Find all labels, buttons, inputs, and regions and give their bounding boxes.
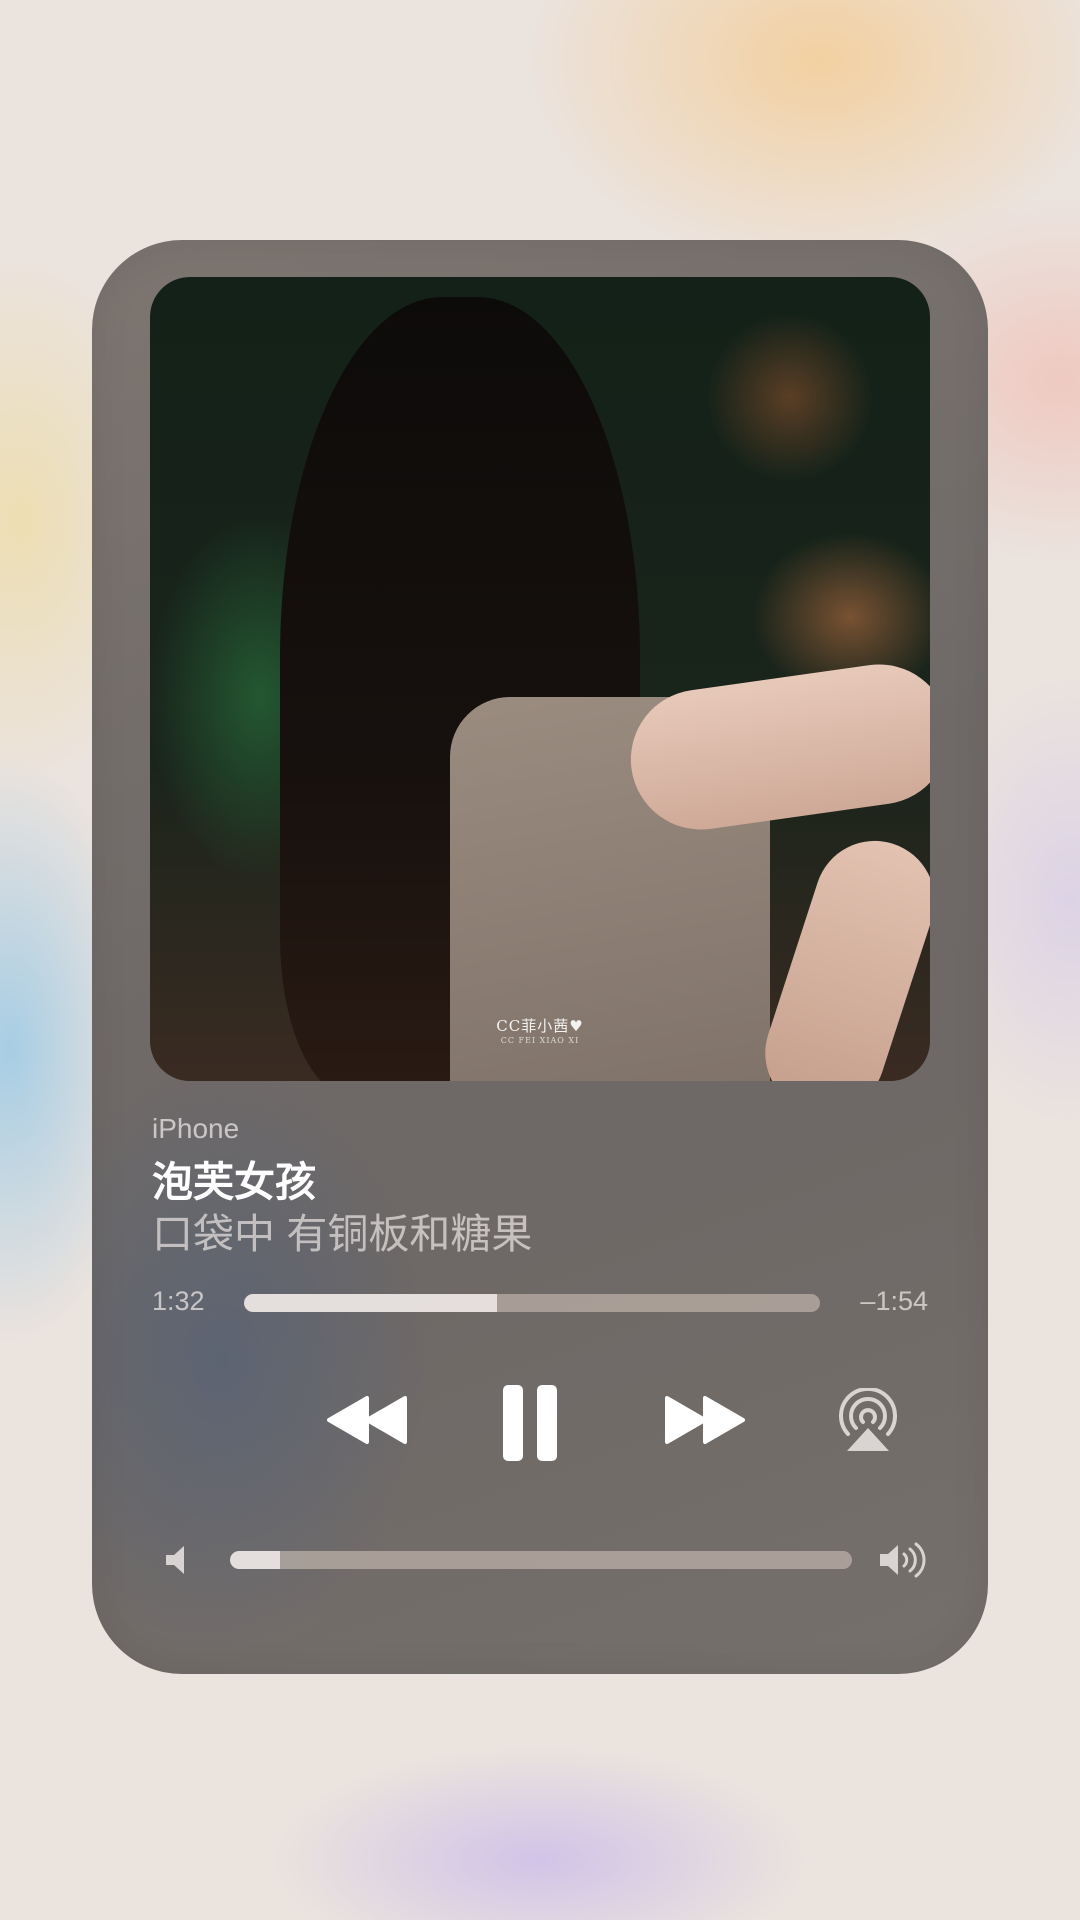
watermark-main: CC菲小茜♥ [496, 1017, 584, 1035]
fast-forward-icon [665, 1396, 745, 1444]
speaker-low-icon [166, 1546, 184, 1574]
pause-button[interactable] [500, 1383, 560, 1463]
elapsed-time: 1:32 [152, 1286, 205, 1316]
rewind-icon [327, 1396, 407, 1444]
rewind-button[interactable] [322, 1390, 412, 1450]
volume-slider[interactable] [230, 1551, 852, 1569]
airplay-button[interactable] [834, 1388, 902, 1454]
volume-fill [230, 1551, 280, 1569]
forward-button[interactable] [660, 1390, 750, 1450]
airplay-icon [839, 1388, 897, 1451]
remaining-time: –1:54 [860, 1286, 928, 1316]
album-artwork[interactable]: CC菲小茜♥ CC FEI XIAO XI [150, 277, 930, 1081]
artwork-figure-hand [749, 825, 930, 1081]
artwork-figure-arm [621, 655, 930, 839]
speaker-high-icon [880, 1542, 926, 1578]
volume-high-button[interactable] [878, 1540, 928, 1580]
song-subtitle: 口袋中 有铜板和糖果 [152, 1211, 533, 1257]
artwork-watermark: CC菲小茜♥ CC FEI XIAO XI [490, 1015, 590, 1045]
watermark-sub: CC FEI XIAO XI [500, 1036, 580, 1045]
progress-scrubber[interactable] [244, 1294, 820, 1312]
source-device-label: iPhone [152, 1113, 240, 1144]
pause-icon [503, 1385, 557, 1461]
volume-low-button[interactable] [164, 1543, 188, 1577]
now-playing-card: CC菲小茜♥ CC FEI XIAO XI iPhone 泡芙女孩 口袋中 有铜… [92, 240, 988, 1674]
song-title: 泡芙女孩 [152, 1159, 316, 1205]
progress-fill [244, 1294, 498, 1312]
